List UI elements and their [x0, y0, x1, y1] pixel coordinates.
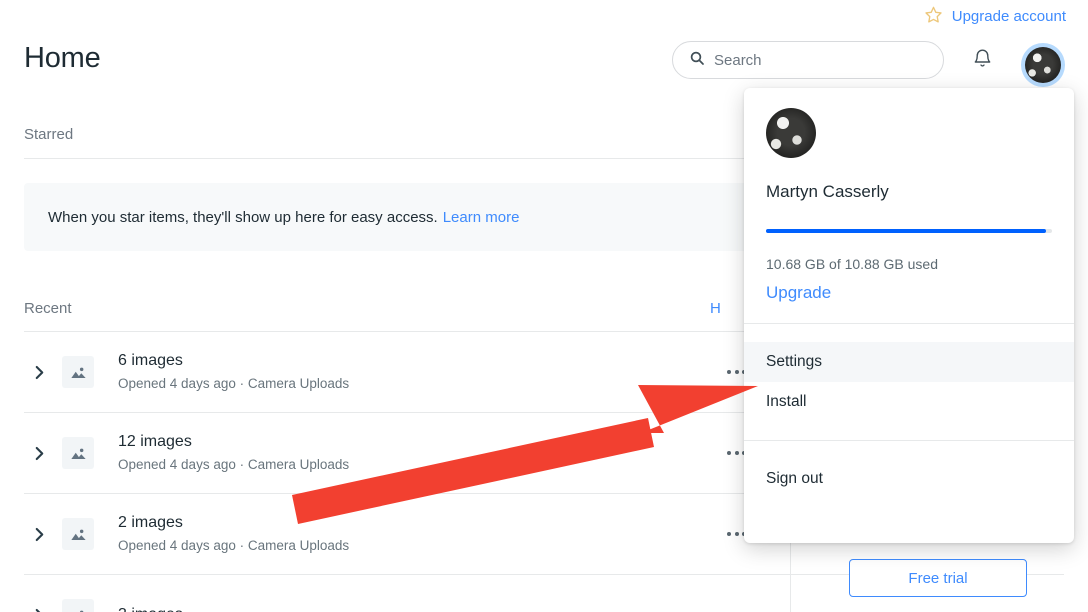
image-icon — [62, 518, 94, 550]
notifications-button[interactable] — [966, 45, 998, 77]
bell-icon — [972, 48, 993, 74]
row-title: 6 images — [118, 352, 183, 369]
image-icon — [62, 437, 94, 469]
row-text: 12 images Opened 4 days ago · Camera Upl… — [118, 431, 349, 475]
account-profile-section: Martyn Casserly 10.68 GB of 10.88 GB use… — [744, 88, 1074, 303]
header: Home — [0, 32, 1088, 92]
chevron-right-icon[interactable] — [24, 365, 54, 380]
menu-spacer-bottom — [744, 441, 1074, 459]
search-input[interactable] — [714, 51, 927, 69]
starred-empty-message: When you star items, they'll show up her… — [48, 208, 438, 226]
upgrade-strip: Upgrade account — [0, 0, 1088, 32]
recent-heading: Recent — [24, 300, 72, 317]
upgrade-account-label: Upgrade account — [951, 7, 1066, 25]
row-subtitle: Opened 4 days ago · Camera Uploads — [118, 538, 350, 553]
menu-spacer-mid — [744, 422, 1074, 440]
recent-hide-link[interactable]: H — [710, 300, 721, 317]
image-icon — [62, 356, 94, 388]
image-icon — [62, 599, 94, 612]
chevron-right-icon[interactable] — [24, 608, 54, 612]
menu-spacer-top — [744, 324, 1074, 342]
account-avatar-button[interactable] — [1021, 43, 1065, 87]
storage-progress-bar — [766, 229, 1052, 233]
account-upgrade-link[interactable]: Upgrade — [766, 283, 1052, 303]
row-text: 6 images Opened 4 days ago · Camera Uplo… — [118, 350, 349, 394]
storage-progress-fill — [766, 229, 1047, 233]
search-icon — [689, 50, 705, 71]
starred-learn-more-link[interactable]: Learn more — [443, 209, 520, 226]
chevron-right-icon[interactable] — [24, 446, 54, 461]
menu-item-install[interactable]: Install — [744, 382, 1074, 422]
account-dropdown-menu: Martyn Casserly 10.68 GB of 10.88 GB use… — [744, 88, 1074, 543]
page-title: Home — [24, 42, 101, 74]
star-icon — [924, 5, 943, 28]
row-text: 3 images — [118, 604, 183, 612]
starred-heading: Starred — [24, 126, 74, 143]
storage-usage-text: 10.68 GB of 10.88 GB used — [766, 256, 939, 272]
row-title: 3 images — [118, 606, 183, 612]
free-trial-button[interactable]: Free trial — [849, 559, 1027, 597]
avatar — [1025, 47, 1061, 83]
menu-item-settings[interactable]: Settings — [744, 342, 1074, 382]
chevron-right-icon[interactable] — [24, 527, 54, 542]
row-title: 12 images — [118, 433, 192, 450]
row-subtitle: Opened 4 days ago · Camera Uploads — [118, 457, 350, 472]
row-text: 2 images Opened 4 days ago · Camera Uplo… — [118, 512, 349, 556]
row-title: 2 images — [118, 514, 183, 531]
upgrade-account-link[interactable]: Upgrade account — [924, 5, 1066, 28]
row-subtitle: Opened 4 days ago · Camera Uploads — [118, 376, 350, 391]
avatar — [766, 108, 816, 158]
search-bar[interactable] — [672, 41, 944, 79]
menu-item-sign-out[interactable]: Sign out — [744, 459, 1074, 499]
account-user-name: Martyn Casserly — [766, 182, 889, 201]
